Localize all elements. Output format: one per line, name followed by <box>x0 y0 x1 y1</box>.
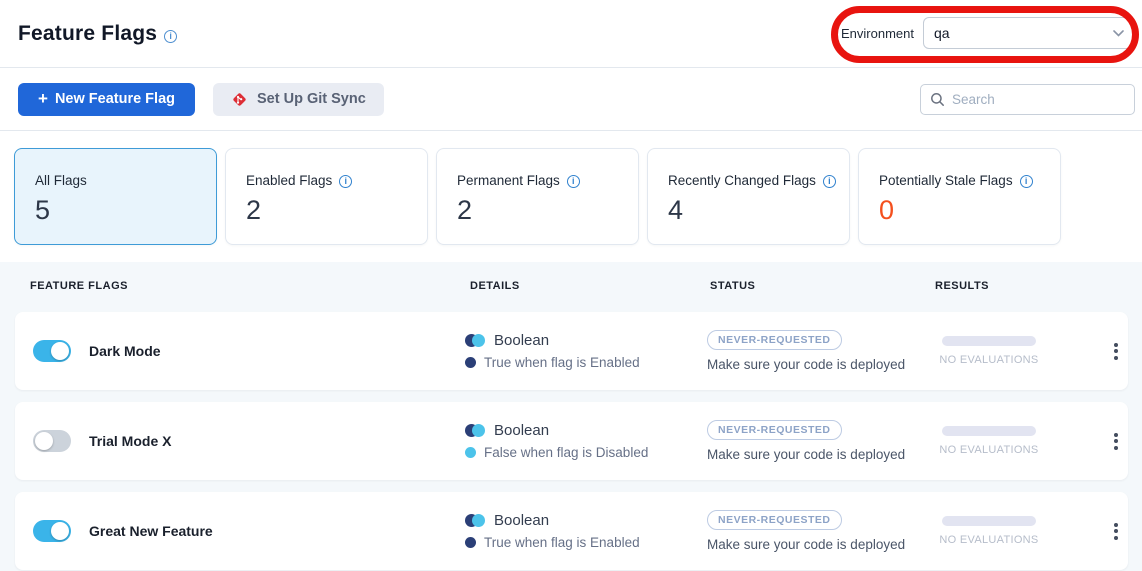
title-info-icon[interactable]: i <box>164 30 177 43</box>
col-header-details: DETAILS <box>470 280 710 292</box>
chevron-down-icon <box>1113 30 1124 37</box>
flag-cell: Great New Feature <box>33 520 465 542</box>
details-cell: Boolean False when flag is Disabled <box>465 422 707 460</box>
stat-card-label: Potentially Stale Flags i <box>879 173 1060 188</box>
flag-name: Dark Mode <box>89 343 161 359</box>
stat-info-icon[interactable]: i <box>1020 175 1033 188</box>
details-cell: Boolean True when flag is Enabled <box>465 512 707 550</box>
stat-info-icon[interactable]: i <box>823 175 836 188</box>
table-header-row: FEATURE FLAGS DETAILS STATUS RESULTS <box>0 262 1142 310</box>
results-note: NO EVALUATIONS <box>939 534 1038 546</box>
boolean-type-icon <box>465 334 485 347</box>
status-note: Make sure your code is deployed <box>707 357 933 372</box>
flag-name: Trial Mode X <box>89 433 171 449</box>
flag-value-note: True when flag is Enabled <box>484 355 640 370</box>
page-title: Feature Flags <box>18 22 157 46</box>
col-header-status: STATUS <box>710 280 935 292</box>
new-feature-flag-label: New Feature Flag <box>55 91 175 107</box>
flag-toggle[interactable] <box>33 430 71 452</box>
flag-cell: Dark Mode <box>33 340 465 362</box>
results-placeholder-bar <box>942 516 1036 526</box>
stat-card-value: 0 <box>879 195 1060 226</box>
git-icon <box>231 91 248 108</box>
git-sync-label: Set Up Git Sync <box>257 91 366 107</box>
results-cell: NO EVALUATIONS <box>933 426 1045 456</box>
status-badge: NEVER-REQUESTED <box>707 420 842 440</box>
stat-card[interactable]: Potentially Stale Flags i 0 <box>858 148 1061 245</box>
environment-value: qa <box>934 25 950 41</box>
stat-card-value: 2 <box>246 195 427 226</box>
stat-card-label: All Flags i <box>35 173 216 188</box>
status-cell: NEVER-REQUESTED Make sure your code is d… <box>707 330 933 372</box>
environment-label: Environment <box>841 26 914 41</box>
status-badge: NEVER-REQUESTED <box>707 510 842 530</box>
plus-icon: + <box>38 89 48 109</box>
feature-flags-table: FEATURE FLAGS DETAILS STATUS RESULTS Dar… <box>0 262 1142 571</box>
status-cell: NEVER-REQUESTED Make sure your code is d… <box>707 510 933 552</box>
stat-card-value: 5 <box>35 195 216 226</box>
table-rows: Dark Mode Boolean True when flag is Enab… <box>0 310 1142 570</box>
stats-row: All Flags i 5 Enabled Flags i 2 Permanen… <box>0 131 1142 262</box>
boolean-type-icon <box>465 514 485 527</box>
value-dot-icon <box>465 447 476 458</box>
row-menu-button[interactable] <box>1108 517 1124 546</box>
flag-type-label: Boolean <box>494 512 549 529</box>
boolean-type-icon <box>465 424 485 437</box>
git-sync-button[interactable]: Set Up Git Sync <box>213 83 384 116</box>
flag-type-label: Boolean <box>494 422 549 439</box>
toolbar: + New Feature Flag Set Up Git Sync <box>0 68 1142 131</box>
stat-card-label: Permanent Flags i <box>457 173 638 188</box>
results-placeholder-bar <box>942 426 1036 436</box>
stat-card[interactable]: Enabled Flags i 2 <box>225 148 428 245</box>
details-cell: Boolean True when flag is Enabled <box>465 332 707 370</box>
stat-info-icon[interactable]: i <box>567 175 580 188</box>
status-note: Make sure your code is deployed <box>707 447 933 462</box>
value-dot-icon <box>465 537 476 548</box>
new-feature-flag-button[interactable]: + New Feature Flag <box>18 83 195 116</box>
col-header-results: RESULTS <box>935 280 1142 292</box>
page-header: Feature Flags i Environment qa <box>0 0 1142 68</box>
status-badge: NEVER-REQUESTED <box>707 330 842 350</box>
stat-card-value: 2 <box>457 195 638 226</box>
stat-card-label: Recently Changed Flags i <box>668 173 849 188</box>
row-menu-button[interactable] <box>1108 337 1124 366</box>
value-dot-icon <box>465 357 476 368</box>
stat-info-icon[interactable]: i <box>339 175 352 188</box>
flag-cell: Trial Mode X <box>33 430 465 452</box>
results-note: NO EVALUATIONS <box>939 444 1038 456</box>
col-header-feature-flags: FEATURE FLAGS <box>30 280 470 292</box>
search-icon <box>930 92 945 107</box>
row-menu-button[interactable] <box>1108 427 1124 456</box>
flag-toggle[interactable] <box>33 520 71 542</box>
flag-value-note: True when flag is Enabled <box>484 535 640 550</box>
status-cell: NEVER-REQUESTED Make sure your code is d… <box>707 420 933 462</box>
flag-name: Great New Feature <box>89 523 213 539</box>
stat-card[interactable]: Recently Changed Flags i 4 <box>647 148 850 245</box>
stat-card[interactable]: Permanent Flags i 2 <box>436 148 639 245</box>
status-note: Make sure your code is deployed <box>707 537 933 552</box>
stat-card-value: 4 <box>668 195 849 226</box>
results-placeholder-bar <box>942 336 1036 346</box>
flag-toggle[interactable] <box>33 340 71 362</box>
table-row[interactable]: Great New Feature Boolean True when flag… <box>15 492 1128 570</box>
results-note: NO EVALUATIONS <box>939 354 1038 366</box>
results-cell: NO EVALUATIONS <box>933 336 1045 366</box>
flag-type-label: Boolean <box>494 332 549 349</box>
table-row[interactable]: Dark Mode Boolean True when flag is Enab… <box>15 312 1128 390</box>
search-input[interactable] <box>952 92 1129 107</box>
search-box[interactable] <box>920 84 1135 115</box>
environment-selector: Environment qa <box>841 17 1135 49</box>
stat-card[interactable]: All Flags i 5 <box>14 148 217 245</box>
flag-value-note: False when flag is Disabled <box>484 445 648 460</box>
results-cell: NO EVALUATIONS <box>933 516 1045 546</box>
table-row[interactable]: Trial Mode X Boolean False when flag is … <box>15 402 1128 480</box>
stat-card-label: Enabled Flags i <box>246 173 427 188</box>
environment-dropdown[interactable]: qa <box>923 17 1135 49</box>
